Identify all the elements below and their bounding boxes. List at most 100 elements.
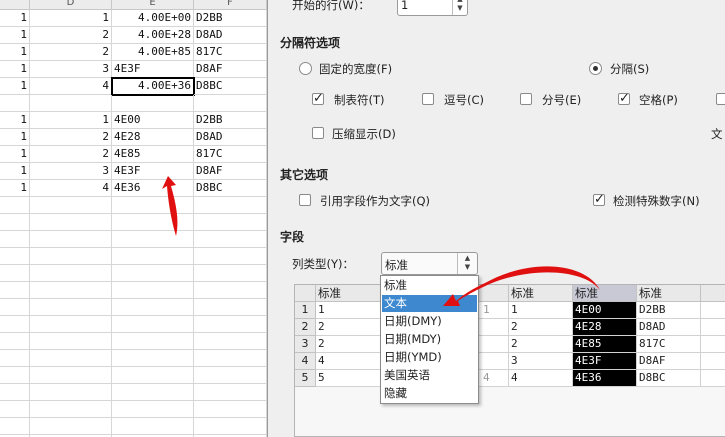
sheet-cell-f[interactable] (194, 248, 267, 265)
sheet-cell-c[interactable]: 1 (0, 78, 30, 95)
sheet-cell-c[interactable] (0, 265, 30, 282)
sheet-cell-c[interactable] (0, 214, 30, 231)
comma-checkbox[interactable] (422, 93, 434, 105)
sheet-cell-f[interactable] (194, 333, 267, 350)
sheet-cell-e[interactable]: 4E3F (112, 61, 194, 78)
sheet-cell-e[interactable] (112, 248, 194, 265)
sheet-cell-c[interactable]: 1 (0, 129, 30, 146)
sheet-cell-d[interactable]: 2 (30, 27, 112, 44)
sheet-cell-c[interactable]: 1 (0, 112, 30, 129)
sheet-cell-c[interactable] (0, 401, 30, 418)
sheet-cell-c[interactable] (0, 418, 30, 435)
sheet-cell-e[interactable] (112, 231, 194, 248)
sheet-cell-d[interactable]: 4 (30, 180, 112, 197)
sheet-cell-c[interactable] (0, 333, 30, 350)
sheet-cell-e[interactable] (112, 316, 194, 333)
sheet-cell-d[interactable]: 3 (30, 61, 112, 78)
sheet-cell-e[interactable] (112, 418, 194, 435)
sheet-cell-e[interactable]: 4.00E+28 (112, 27, 194, 44)
sheet-cell-e[interactable]: 4E36 (112, 180, 194, 197)
sheet-cell-e[interactable]: 4.00E+85 (112, 44, 194, 61)
sheet-cell-d[interactable] (30, 316, 112, 333)
sheet-cell-e[interactable]: 4E00 (112, 112, 194, 129)
spinner-arrows-icon[interactable]: ▲▼ (452, 0, 467, 15)
sheet-cell-d[interactable] (30, 401, 112, 418)
sheet-cell-e[interactable] (112, 95, 194, 112)
sheet-cell-f[interactable] (194, 350, 267, 367)
dropdown-option[interactable]: 美国英语 (382, 367, 477, 384)
sheet-cell-e[interactable] (112, 197, 194, 214)
sheet-cell-d[interactable] (30, 384, 112, 401)
sheet-cell-d[interactable]: 3 (30, 163, 112, 180)
dropdown-option[interactable]: 隐藏 (382, 385, 477, 402)
sheet-cell-e[interactable]: 4E85 (112, 146, 194, 163)
sheet-cell-d[interactable]: 4 (30, 78, 112, 95)
sheet-cell-c[interactable]: 1 (0, 10, 30, 27)
preview-column-header-5[interactable]: 标准 (637, 285, 701, 302)
sheet-cell-f[interactable]: D2BB (194, 112, 267, 129)
sheet-cell-f[interactable]: D8AF (194, 61, 267, 78)
sheet-cell-f[interactable] (194, 384, 267, 401)
sheet-cell-f[interactable] (194, 231, 267, 248)
sheet-cell-d[interactable] (30, 95, 112, 112)
start-row-spinner[interactable]: 1 ▲▼ (397, 0, 468, 16)
sheet-cell-c[interactable] (0, 248, 30, 265)
separated-radio[interactable] (589, 62, 602, 75)
sheet-cell-c[interactable] (0, 367, 30, 384)
sheet-cell-c[interactable] (0, 197, 30, 214)
sheet-cell-f[interactable]: D8BC (194, 180, 267, 197)
column-type-dropdown-list[interactable]: 标准 文本 日期(DMY) 日期(MDY) 日期(YMD) 美国英语 隐藏 (380, 275, 479, 404)
sheet-cell-d[interactable]: 2 (30, 146, 112, 163)
other-separator-checkbox[interactable] (716, 93, 725, 105)
sheet-cell-f[interactable] (194, 299, 267, 316)
sheet-cell-e[interactable] (112, 367, 194, 384)
sheet-cell-d[interactable] (30, 282, 112, 299)
column-header-c[interactable] (0, 0, 30, 10)
column-header-d[interactable]: D (30, 0, 112, 10)
sheet-cell-f[interactable]: D8AD (194, 27, 267, 44)
sheet-cell-c[interactable] (0, 282, 30, 299)
combobox-arrows-icon[interactable]: ▲ ▼ (457, 253, 477, 274)
sheet-cell-e[interactable]: 4.00E+36 (111, 77, 195, 96)
dropdown-option[interactable]: 文本 (382, 295, 477, 312)
sheet-cell-c[interactable]: 1 (0, 146, 30, 163)
fields-preview-grid[interactable]: 标准 标准 标准 标准 1 1 1 4E00 D2BB 2 2 2 4E28 D8AD 3 2 2 4E8… (294, 284, 725, 437)
dropdown-option[interactable]: 标准 (382, 277, 477, 294)
sheet-cell-f[interactable] (194, 197, 267, 214)
column-header-e[interactable]: E (112, 0, 194, 10)
sheet-cell-f[interactable]: 817C (194, 146, 267, 163)
sheet-cell-c[interactable] (0, 350, 30, 367)
sheet-cell-d[interactable] (30, 333, 112, 350)
sheet-cell-f[interactable] (194, 367, 267, 384)
dropdown-option[interactable]: 日期(YMD) (382, 349, 477, 366)
sheet-cell-e[interactable] (112, 299, 194, 316)
quoted-as-text-checkbox[interactable] (299, 194, 311, 206)
merge-delimiters-checkbox[interactable] (312, 127, 324, 139)
preview-column-header-4[interactable]: 标准 (573, 285, 637, 302)
sheet-cell-f[interactable]: D2BB (194, 10, 267, 27)
sheet-cell-f[interactable]: D8BC (194, 78, 267, 95)
sheet-cell-f[interactable] (194, 282, 267, 299)
sheet-cell-c[interactable] (0, 384, 30, 401)
sheet-cell-f[interactable]: D8AD (194, 129, 267, 146)
sheet-cell-c[interactable]: 1 (0, 180, 30, 197)
sheet-cell-e[interactable] (112, 265, 194, 282)
sheet-cell-d[interactable]: 2 (30, 44, 112, 61)
sheet-cell-e[interactable] (112, 384, 194, 401)
sheet-cell-d[interactable] (30, 367, 112, 384)
sheet-cell-d[interactable] (30, 350, 112, 367)
sheet-cell-e[interactable]: 4.00E+00 (112, 10, 194, 27)
sheet-cell-f[interactable]: D8AF (194, 163, 267, 180)
sheet-cell-f[interactable] (194, 95, 267, 112)
sheet-cell-d[interactable] (30, 197, 112, 214)
sheet-cell-f[interactable] (194, 418, 267, 435)
space-checkbox[interactable] (618, 91, 630, 106)
sheet-cell-d[interactable] (30, 248, 112, 265)
sheet-cell-d[interactable]: 1 (30, 112, 112, 129)
sheet-cell-c[interactable]: 1 (0, 163, 30, 180)
sheet-cell-f[interactable] (194, 316, 267, 333)
sheet-cell-d[interactable]: 2 (30, 129, 112, 146)
sheet-cell-e[interactable] (112, 401, 194, 418)
sheet-cell-f[interactable] (194, 265, 267, 282)
column-header-f[interactable]: F (194, 0, 267, 10)
